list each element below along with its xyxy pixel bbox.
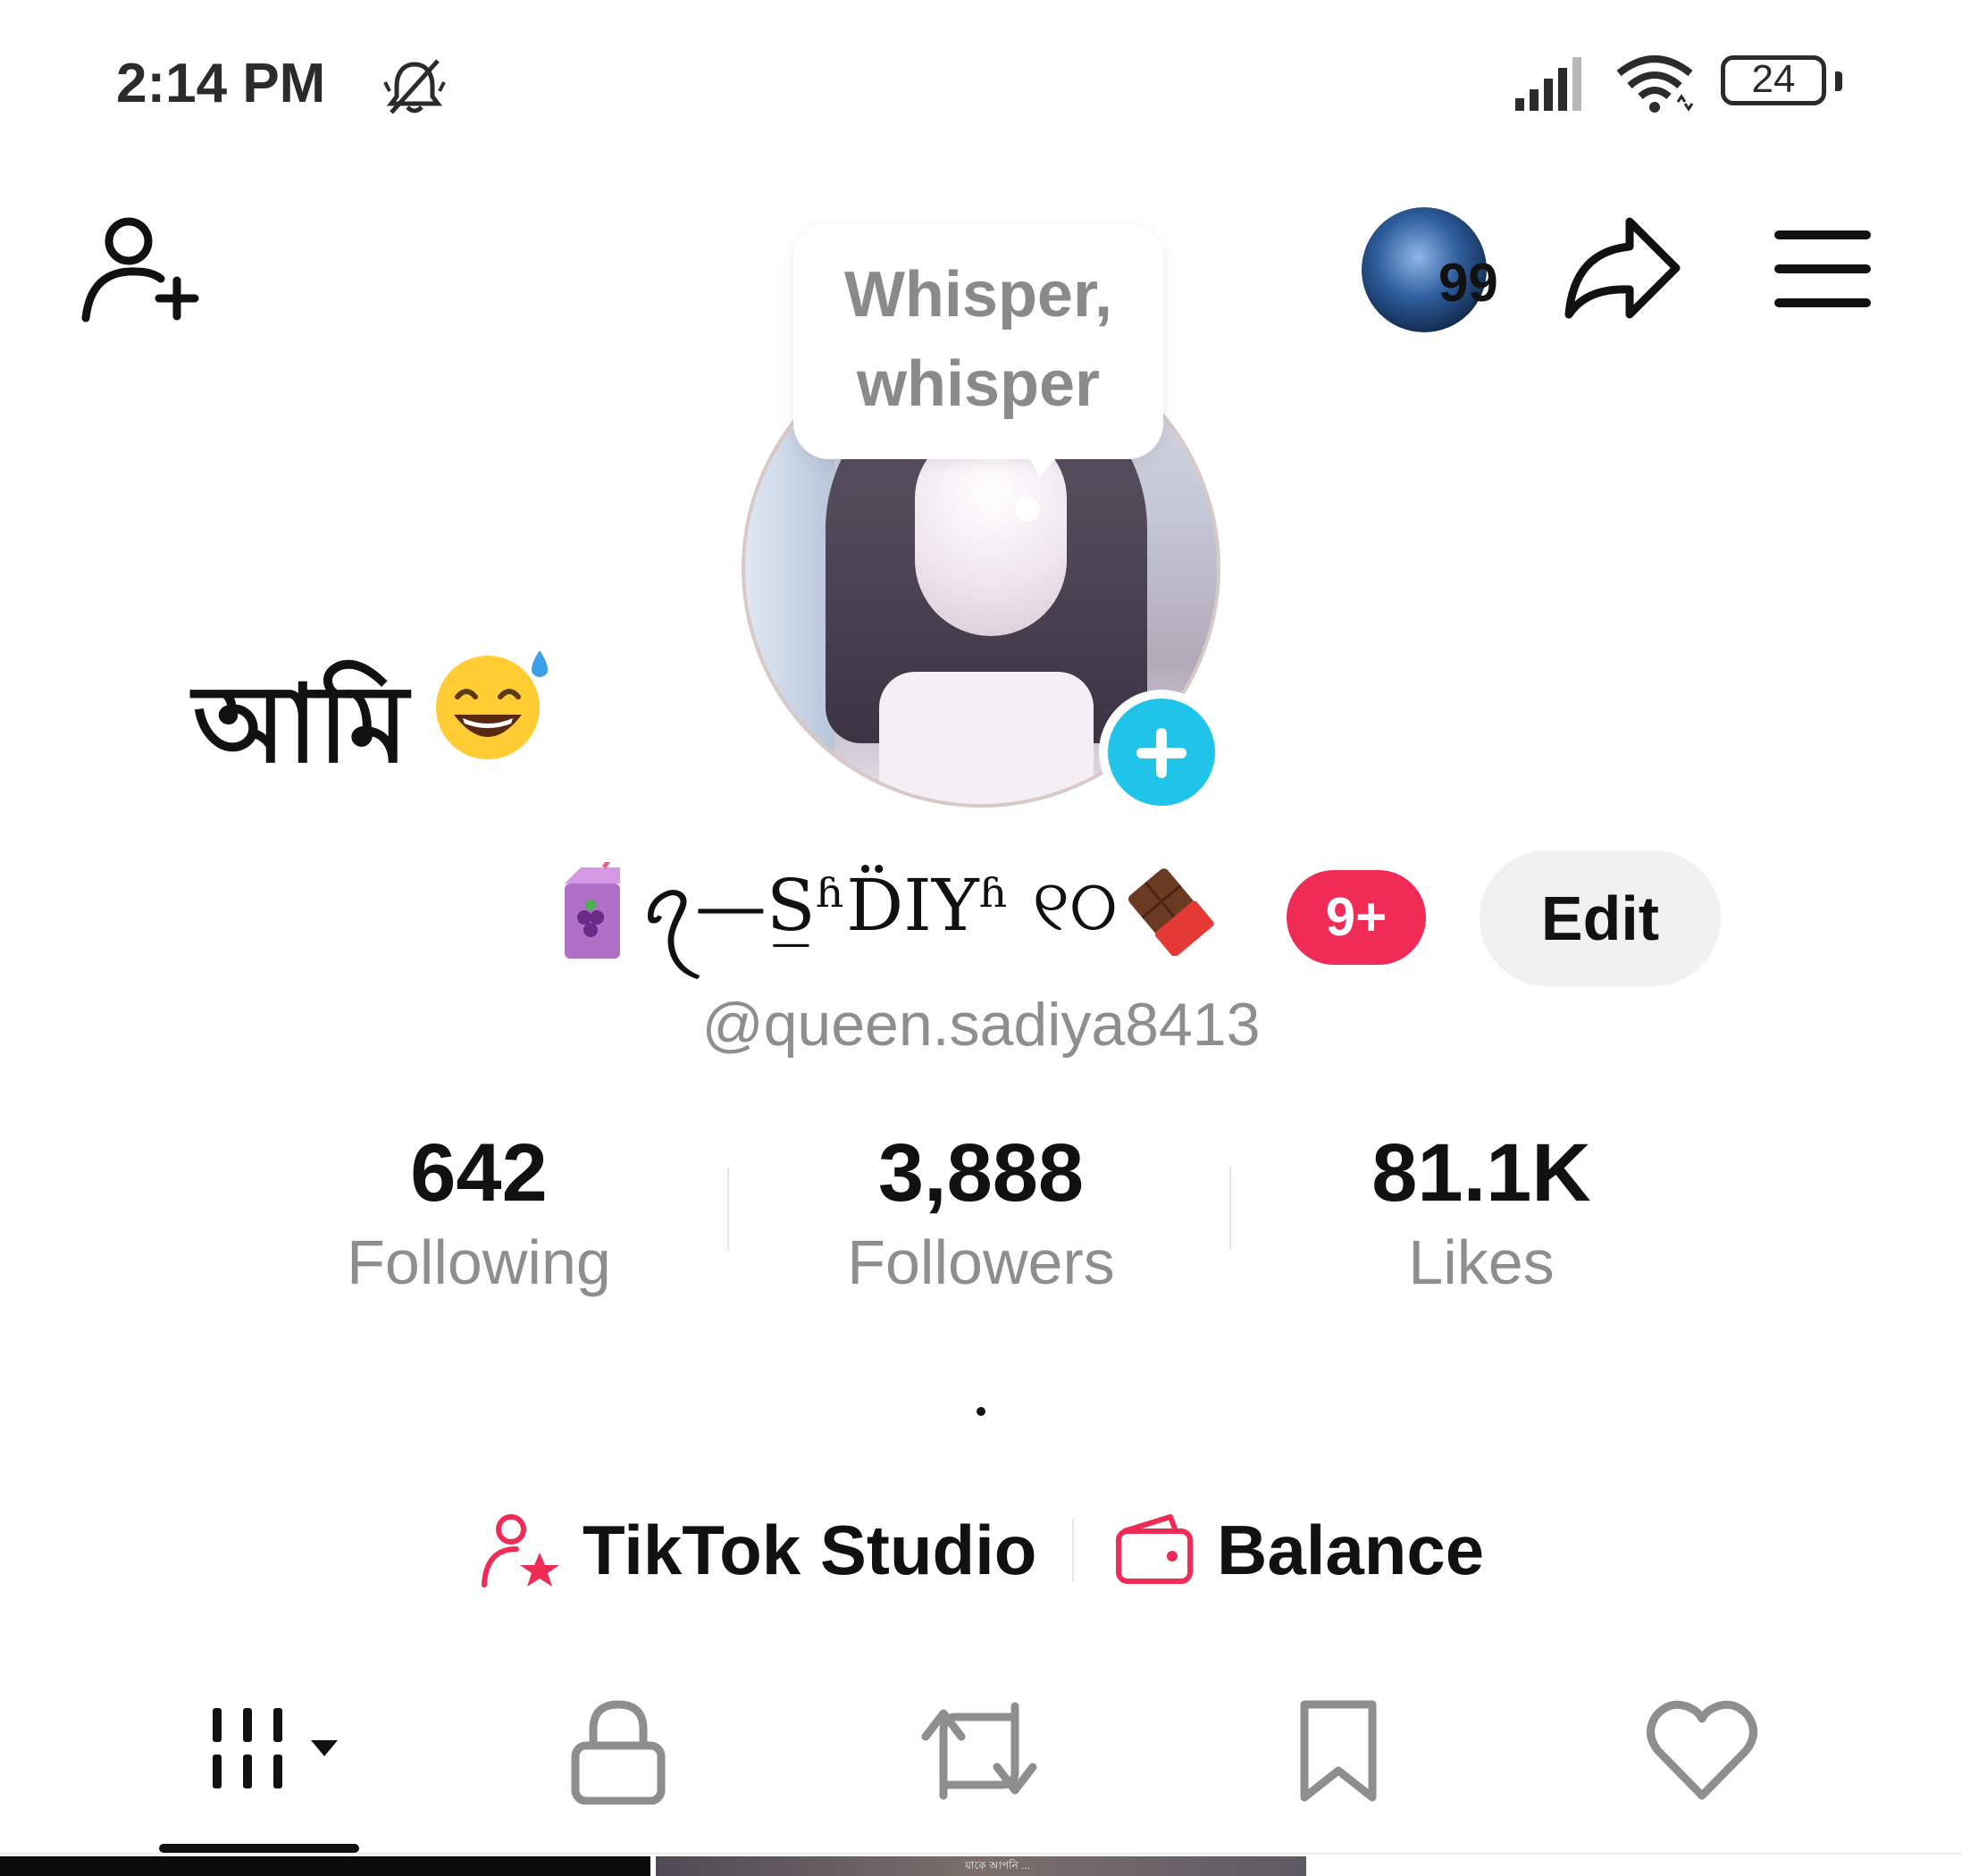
followers-label: Followers bbox=[847, 1227, 1115, 1297]
avatar-note-bubble[interactable]: Whisper, whisper bbox=[793, 223, 1163, 459]
bio-text[interactable] bbox=[977, 1407, 985, 1416]
following-count: 642 bbox=[410, 1127, 548, 1219]
tiktok-studio-button[interactable]: TikTok Studio bbox=[583, 1510, 1036, 1591]
add-avatar-button[interactable] bbox=[1099, 690, 1224, 815]
badge-count: 99 bbox=[1438, 253, 1498, 313]
video-thumbnail[interactable] bbox=[1312, 1856, 1962, 1876]
heart-icon[interactable] bbox=[1644, 1697, 1760, 1805]
stat-likes[interactable]: 81.1K Likes bbox=[1231, 1124, 1731, 1302]
lock-icon[interactable] bbox=[565, 1697, 672, 1805]
likes-label: Likes bbox=[1408, 1227, 1555, 1297]
battery-level: 24 bbox=[1751, 57, 1796, 101]
share-icon[interactable] bbox=[1562, 214, 1681, 325]
likes-count: 81.1K bbox=[1371, 1127, 1591, 1219]
active-tab-indicator bbox=[159, 1844, 359, 1853]
followers-count: 3,888 bbox=[877, 1127, 1085, 1219]
notification-badge[interactable]: 9+ bbox=[1287, 870, 1426, 965]
bookmark-icon[interactable] bbox=[1294, 1697, 1383, 1805]
video-thumbnail[interactable] bbox=[0, 1856, 650, 1876]
add-user-icon[interactable] bbox=[79, 213, 204, 329]
status-time: 2:14 PM bbox=[116, 53, 326, 114]
note-line-2: whisper bbox=[856, 348, 1101, 420]
juice-box-icon bbox=[565, 862, 620, 959]
videos-grid-icon[interactable] bbox=[204, 1697, 347, 1805]
menu-icon[interactable] bbox=[1774, 230, 1871, 309]
status-note-text: আমি bbox=[193, 663, 408, 787]
bell-muted-icon bbox=[383, 59, 446, 114]
chocolate-icon bbox=[1128, 868, 1214, 956]
note-line-1: Whisper, bbox=[843, 259, 1113, 331]
edit-profile-button[interactable]: Edit bbox=[1480, 850, 1721, 986]
battery-icon: 24 bbox=[1721, 55, 1842, 111]
grinning-sweat-emoji bbox=[436, 650, 548, 759]
bubble-dot bbox=[1015, 497, 1040, 522]
stat-following[interactable]: 642 Following bbox=[229, 1124, 729, 1302]
bubble-tail bbox=[1026, 452, 1061, 477]
stat-followers[interactable]: 3,888 Followers bbox=[731, 1124, 1231, 1302]
username: @queen.sadiya8413 bbox=[701, 991, 1261, 1059]
studio-icon[interactable] bbox=[479, 1510, 565, 1590]
following-label: Following bbox=[347, 1227, 611, 1297]
stat-divider bbox=[727, 1167, 729, 1251]
display-name: ꪖ—S̲ʱD̈IYʱ ୧ଠ bbox=[640, 864, 1118, 947]
tabs-divider bbox=[0, 1853, 1962, 1855]
thumbnail-caption: যাকে আপনি ... bbox=[965, 1859, 1031, 1872]
signal-icon bbox=[1515, 57, 1581, 111]
wifi-icon bbox=[1616, 55, 1694, 113]
balance-button[interactable]: Balance bbox=[1217, 1510, 1484, 1591]
display-name-row: ꪖ—S̲ʱD̈IYʱ ୧ଠ bbox=[559, 858, 1214, 965]
tools-divider bbox=[1072, 1519, 1074, 1581]
wallet-icon[interactable] bbox=[1115, 1513, 1194, 1585]
repost-icon[interactable] bbox=[917, 1697, 1042, 1805]
